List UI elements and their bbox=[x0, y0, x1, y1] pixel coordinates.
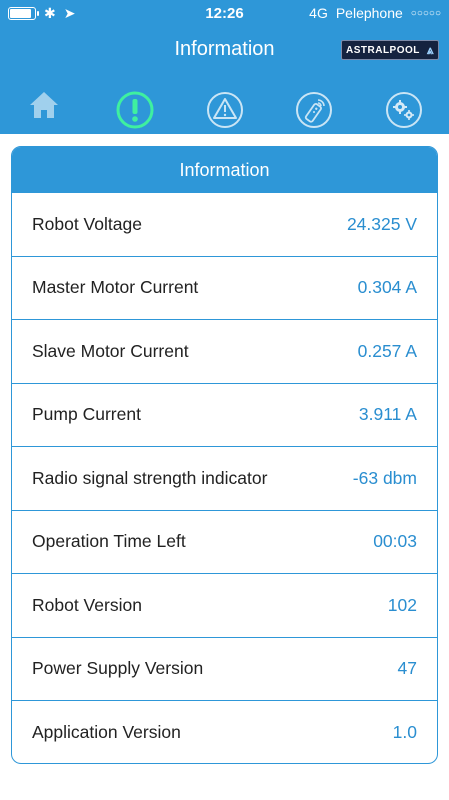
row-label: Slave Motor Current bbox=[32, 340, 189, 361]
row-value: 24.325 V bbox=[346, 213, 417, 234]
tab-remote[interactable] bbox=[284, 86, 344, 134]
info-row-pump-current: Pump Current 3.911 A bbox=[12, 384, 437, 447]
row-value: 0.304 A bbox=[357, 277, 417, 298]
row-value: 3.911 A bbox=[358, 404, 417, 425]
home-icon bbox=[30, 92, 58, 118]
info-row-application-version: Application Version 1.0 bbox=[12, 701, 437, 763]
info-row-slave-motor-current: Slave Motor Current 0.257 A bbox=[12, 320, 437, 384]
row-label: Operation Time Left bbox=[32, 531, 186, 552]
brand-text: ASTRALPOOL bbox=[346, 44, 420, 56]
row-label: Radio signal strength indicator bbox=[32, 467, 268, 488]
gears-icon bbox=[386, 92, 422, 128]
row-value: 0.257 A bbox=[357, 340, 417, 361]
info-row-robot-voltage: Robot Voltage 24.325 V bbox=[12, 193, 437, 257]
tab-warnings[interactable] bbox=[195, 86, 255, 134]
network-type: 4G bbox=[309, 5, 328, 21]
row-value: 00:03 bbox=[373, 531, 417, 552]
status-right: 4G Pelephone ○○○○○ bbox=[309, 5, 441, 21]
row-label: Robot Version bbox=[32, 594, 142, 615]
tab-information[interactable] bbox=[105, 86, 165, 134]
carrier-name: Pelephone bbox=[335, 5, 403, 21]
astralpool-logo: ASTRALPOOL ⩓ bbox=[341, 40, 439, 60]
info-exclamation-icon bbox=[116, 91, 154, 129]
row-value: 102 bbox=[387, 594, 417, 615]
header: ✱ ➤ 12:26 4G Pelephone ○○○○○ Information… bbox=[0, 0, 449, 220]
row-value: -63 dbm bbox=[352, 467, 417, 488]
card-title: Information bbox=[12, 147, 437, 193]
row-label: Master Motor Current bbox=[32, 277, 199, 298]
tab-settings[interactable] bbox=[374, 86, 434, 134]
status-bar: ✱ ➤ 12:26 4G Pelephone ○○○○○ bbox=[0, 0, 449, 26]
tab-home[interactable] bbox=[14, 86, 74, 134]
row-value: 1.0 bbox=[392, 722, 417, 743]
info-row-robot-version: Robot Version 102 bbox=[12, 574, 437, 638]
remote-control-icon bbox=[296, 92, 332, 128]
info-row-power-supply-version: Power Supply Version 47 bbox=[12, 638, 437, 701]
row-label: Application Version bbox=[32, 722, 181, 743]
row-label: Power Supply Version bbox=[32, 658, 204, 679]
row-value: 47 bbox=[397, 658, 417, 679]
row-label: Robot Voltage bbox=[32, 213, 142, 234]
warning-icon bbox=[207, 92, 243, 128]
information-card: Information Robot Voltage 24.325 V Maste… bbox=[11, 146, 438, 764]
info-row-operation-time-left: Operation Time Left 00:03 bbox=[12, 511, 437, 574]
tab-bar bbox=[0, 86, 449, 220]
info-row-master-motor-current: Master Motor Current 0.304 A bbox=[12, 257, 437, 320]
brand-mark-icon: ⩓ bbox=[426, 42, 434, 57]
info-row-rssi: Radio signal strength indicator -63 dbm bbox=[12, 447, 437, 511]
signal-strength-icon: ○○○○○ bbox=[410, 7, 441, 19]
row-label: Pump Current bbox=[32, 404, 141, 425]
